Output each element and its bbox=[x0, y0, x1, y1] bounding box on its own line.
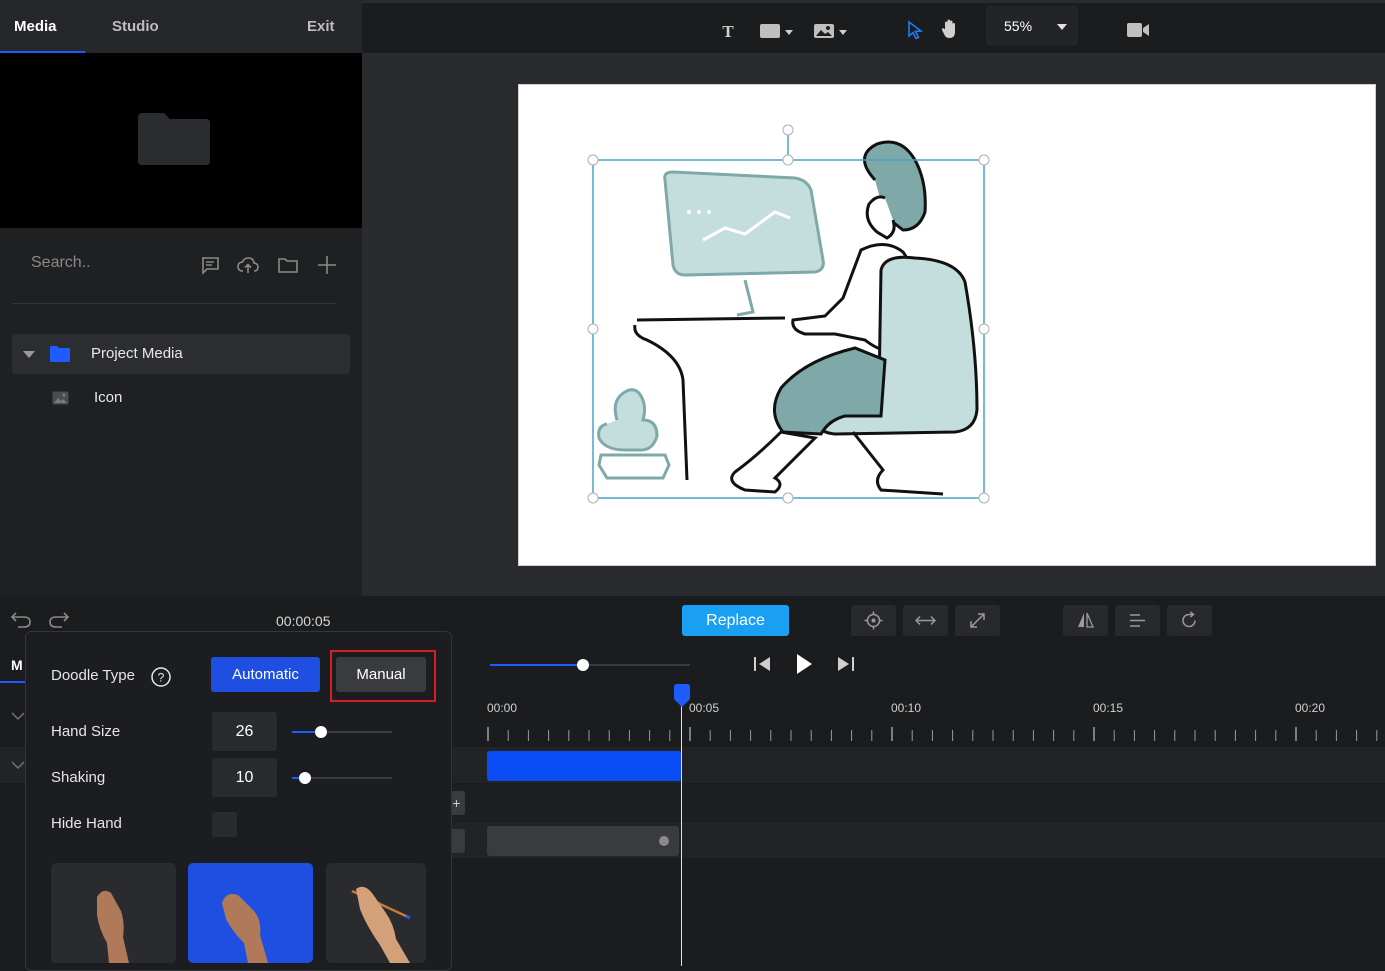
search-input[interactable]: Search.. bbox=[31, 254, 91, 272]
pointer-icon[interactable] bbox=[905, 17, 925, 43]
track-row-2[interactable] bbox=[452, 785, 1385, 821]
redo-icon[interactable] bbox=[48, 609, 70, 629]
add-icon[interactable] bbox=[315, 253, 339, 277]
manual-highlight-box bbox=[330, 650, 436, 702]
playhead-line bbox=[681, 690, 682, 966]
expand-row-icon[interactable] bbox=[10, 710, 26, 722]
tab-exit[interactable]: Exit bbox=[307, 0, 335, 53]
image-icon bbox=[52, 391, 69, 405]
camera-icon[interactable] bbox=[1126, 17, 1150, 43]
expand-icon bbox=[970, 613, 985, 628]
shaking-label: Shaking bbox=[51, 769, 106, 786]
fit-width-button[interactable] bbox=[903, 605, 948, 636]
align-button[interactable] bbox=[1115, 605, 1160, 636]
shaking-slider-handle[interactable] bbox=[299, 772, 311, 784]
partial-tab[interactable]: M bbox=[11, 657, 23, 673]
hand-size-label: Hand Size bbox=[51, 723, 121, 740]
top-toolbar bbox=[362, 0, 1385, 53]
hand-option-1[interactable] bbox=[51, 863, 176, 963]
shaking-input[interactable]: 10 bbox=[212, 758, 277, 797]
rotate-button[interactable] bbox=[1167, 605, 1212, 636]
shape-icon[interactable] bbox=[758, 18, 796, 44]
hand-option-2[interactable] bbox=[188, 863, 313, 963]
svg-text:T: T bbox=[722, 22, 734, 41]
hand-pen-icon-3 bbox=[351, 886, 411, 963]
hand-option-3[interactable] bbox=[326, 863, 426, 963]
media-panel: Media Studio Exit Search.. Project Media… bbox=[0, 0, 362, 596]
align-icon bbox=[1130, 614, 1145, 627]
hand-size-input[interactable]: 26 bbox=[212, 712, 277, 751]
ruler-label-20: 00:20 bbox=[1295, 701, 1326, 715]
tab-media[interactable]: Media bbox=[14, 0, 57, 53]
fullscreen-button[interactable] bbox=[955, 605, 1000, 636]
ruler-label-15: 00:15 bbox=[1093, 701, 1124, 715]
ruler-label-5: 00:05 bbox=[689, 701, 720, 715]
comment-icon[interactable] bbox=[198, 253, 222, 277]
illustration-woman-at-desk[interactable] bbox=[585, 120, 995, 510]
skip-forward-icon[interactable] bbox=[836, 655, 856, 673]
zoom-level: 55% bbox=[1004, 18, 1033, 34]
tree-item-icon[interactable]: Icon bbox=[94, 389, 122, 406]
partial-tab-indicator bbox=[0, 681, 25, 683]
chevron-down-icon[interactable] bbox=[1056, 23, 1068, 31]
text-icon[interactable]: T bbox=[719, 18, 737, 44]
hand-pen-icon-1 bbox=[97, 890, 129, 963]
arrows-horizontal-icon bbox=[915, 615, 936, 626]
selected-clip[interactable] bbox=[487, 751, 682, 781]
audio-clip[interactable] bbox=[487, 826, 679, 856]
hide-hand-checkbox[interactable] bbox=[212, 812, 237, 837]
play-icon[interactable] bbox=[795, 653, 813, 675]
replace-button[interactable]: Replace bbox=[682, 605, 789, 636]
flip-button[interactable] bbox=[1063, 605, 1108, 636]
undo-icon[interactable] bbox=[10, 609, 32, 629]
divider bbox=[12, 303, 337, 304]
target-button[interactable] bbox=[851, 605, 896, 636]
blue-folder-icon bbox=[50, 346, 70, 362]
clip-handle[interactable] bbox=[659, 836, 669, 846]
doodle-type-label: Doodle Type bbox=[51, 667, 135, 684]
flip-icon bbox=[1078, 612, 1094, 628]
tab-studio[interactable]: Studio bbox=[112, 0, 159, 53]
skip-back-icon[interactable] bbox=[752, 655, 772, 673]
cloud-upload-icon[interactable] bbox=[236, 253, 260, 277]
hand-size-slider-handle[interactable] bbox=[315, 726, 327, 738]
hand-icon[interactable] bbox=[940, 16, 960, 42]
hide-hand-label: Hide Hand bbox=[51, 815, 122, 832]
playhead-handle[interactable] bbox=[672, 683, 692, 709]
ruler-label-10: 00:10 bbox=[891, 701, 922, 715]
folder-open-icon[interactable] bbox=[276, 253, 300, 277]
target-icon bbox=[864, 611, 883, 630]
media-preview bbox=[0, 53, 362, 228]
timeline-zoom-fill bbox=[490, 664, 583, 666]
current-time: 00:00:05 bbox=[276, 613, 331, 629]
help-icon[interactable]: ? bbox=[150, 666, 172, 688]
expand-row-icon-2[interactable] bbox=[10, 759, 26, 771]
caret-down-icon[interactable] bbox=[22, 349, 36, 359]
timeline-zoom-handle[interactable] bbox=[577, 659, 589, 671]
automatic-button[interactable]: Automatic bbox=[211, 657, 320, 692]
rotate-icon bbox=[1182, 611, 1196, 628]
svg-text:?: ? bbox=[158, 671, 165, 685]
ruler-label-0: 00:00 bbox=[487, 701, 518, 715]
image-insert-icon[interactable] bbox=[812, 18, 850, 44]
hand-pen-icon-2 bbox=[222, 894, 268, 963]
ruler-ticks bbox=[487, 727, 1378, 741]
folder-icon bbox=[138, 113, 210, 165]
tree-folder-label: Project Media bbox=[91, 345, 183, 362]
